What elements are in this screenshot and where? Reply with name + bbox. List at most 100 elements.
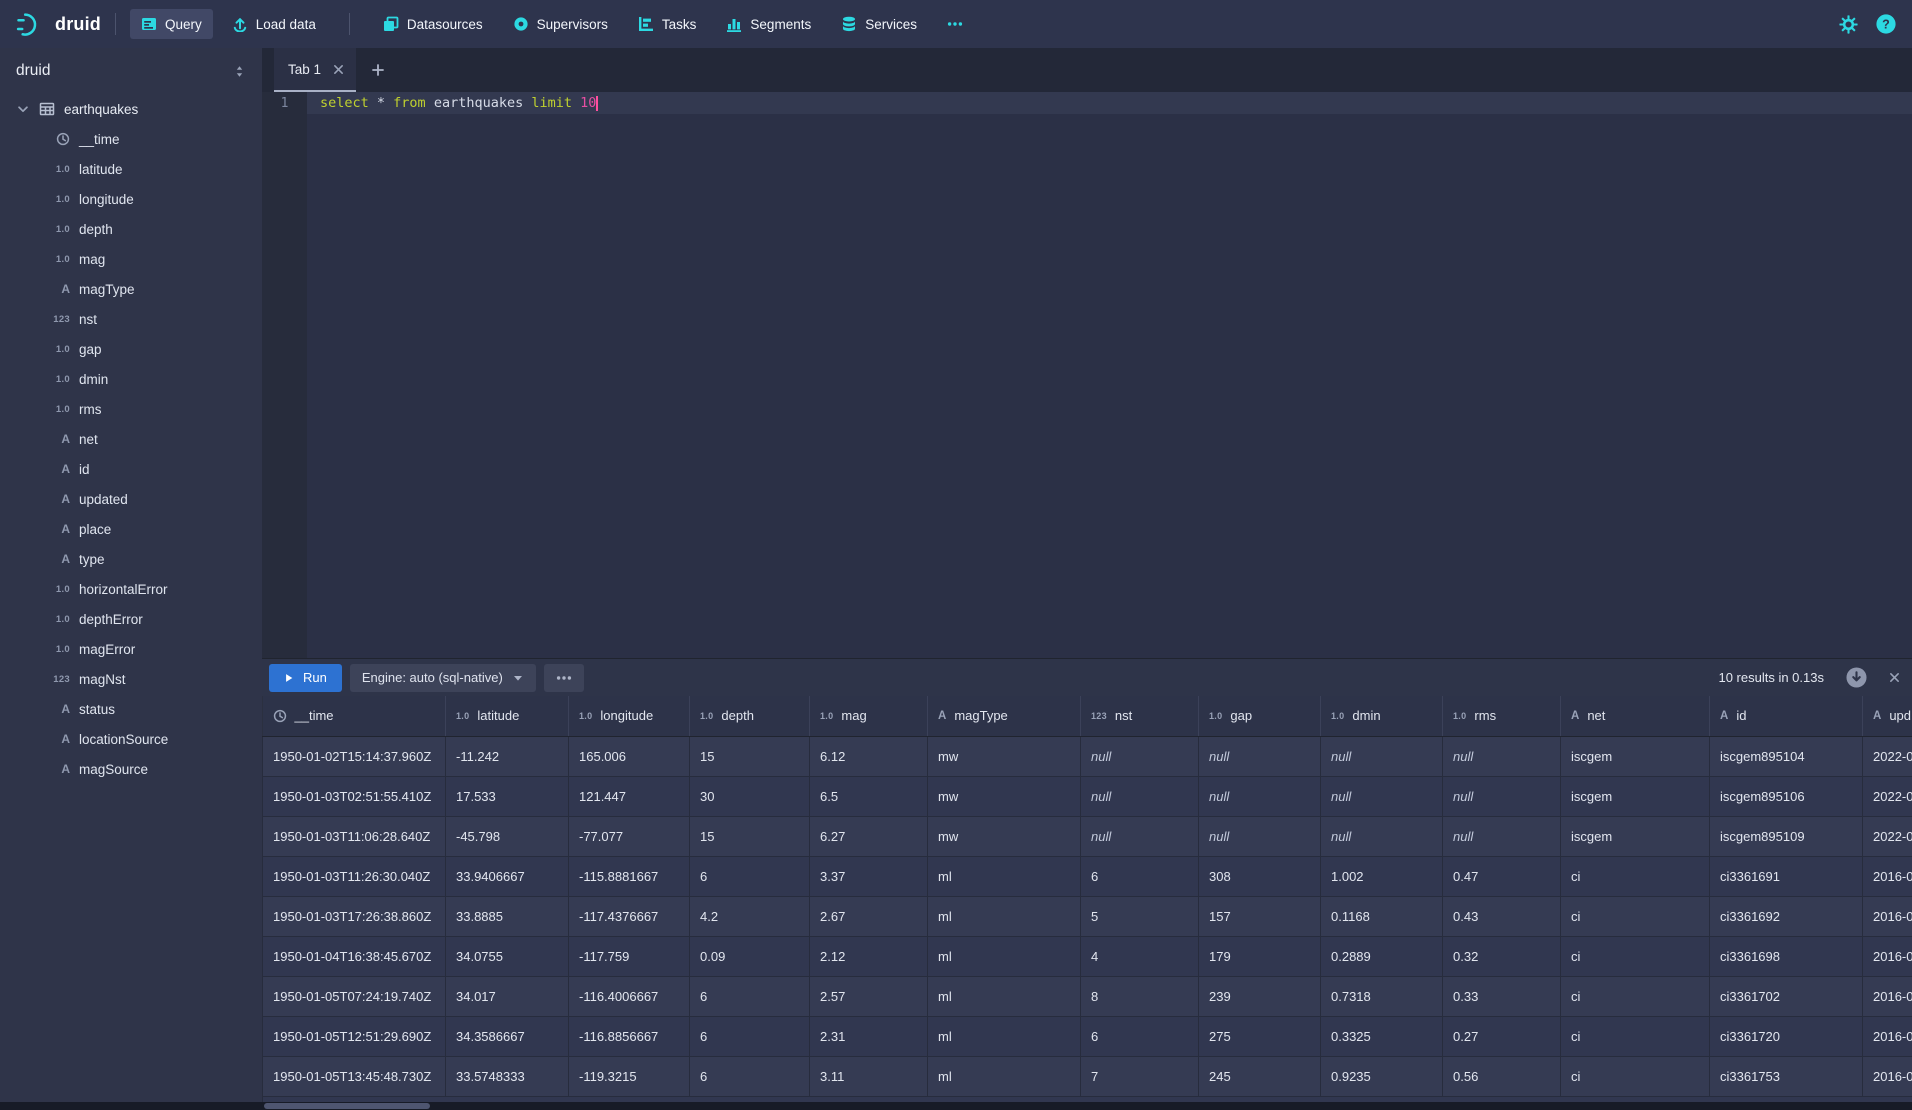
close-results-icon[interactable]	[1889, 672, 1900, 683]
table-cell[interactable]: 1950-01-05T13:45:48.730Z	[263, 1056, 446, 1096]
table-cell[interactable]: 0.32	[1443, 936, 1561, 976]
table-cell[interactable]: 6	[1081, 1016, 1199, 1056]
column-header-id[interactable]: Aid	[1710, 696, 1863, 736]
table-cell[interactable]: 2016-0	[1863, 1056, 1912, 1096]
settings-gear-icon[interactable]	[1839, 15, 1858, 34]
table-cell[interactable]: 4	[1081, 936, 1199, 976]
help-icon[interactable]: ?	[1876, 14, 1896, 34]
table-cell[interactable]: 245	[1199, 1056, 1321, 1096]
table-cell[interactable]: -11.242	[446, 736, 569, 776]
table-cell[interactable]: 30	[690, 776, 810, 816]
column-header-depth[interactable]: 1.0depth	[690, 696, 810, 736]
table-cell[interactable]: ml	[928, 896, 1081, 936]
column-header-magType[interactable]: AmagType	[928, 696, 1081, 736]
table-cell[interactable]: ml	[928, 1056, 1081, 1096]
schema-column-magType[interactable]: AmagType	[0, 274, 262, 304]
table-cell[interactable]: ml	[928, 976, 1081, 1016]
table-cell[interactable]: 2022-0	[1863, 736, 1912, 776]
druid-logo[interactable]: druid	[16, 10, 101, 39]
table-cell[interactable]: mw	[928, 776, 1081, 816]
column-header-dmin[interactable]: 1.0dmin	[1321, 696, 1443, 736]
table-cell[interactable]: -116.8856667	[569, 1016, 690, 1056]
schema-column-magSource[interactable]: AmagSource	[0, 754, 262, 784]
table-cell[interactable]: 6	[690, 976, 810, 1016]
table-cell[interactable]: 0.33	[1443, 976, 1561, 1016]
nav-item-services[interactable]: Services	[830, 9, 928, 39]
table-cell[interactable]: iscgem895106	[1710, 776, 1863, 816]
table-cell[interactable]: -115.8881667	[569, 856, 690, 896]
table-cell[interactable]: 34.017	[446, 976, 569, 1016]
table-cell[interactable]: 2016-0	[1863, 976, 1912, 1016]
table-cell[interactable]: ci	[1561, 1056, 1710, 1096]
download-icon[interactable]	[1846, 667, 1867, 688]
table-cell[interactable]: 8	[1081, 976, 1199, 1016]
sort-columns-icon[interactable]	[233, 65, 246, 78]
table-cell[interactable]: iscgem	[1561, 776, 1710, 816]
table-cell[interactable]: ci	[1561, 896, 1710, 936]
tab-1[interactable]: Tab 1	[274, 48, 356, 92]
schema-column-type[interactable]: Atype	[0, 544, 262, 574]
schema-column-rms[interactable]: 1.0rms	[0, 394, 262, 424]
table-cell[interactable]: null	[1443, 776, 1561, 816]
table-cell[interactable]: 15	[690, 816, 810, 856]
table-cell[interactable]: null	[1443, 816, 1561, 856]
table-cell[interactable]: 6	[690, 856, 810, 896]
nav-item-query[interactable]: Query	[130, 9, 213, 39]
table-cell[interactable]: 3.37	[810, 856, 928, 896]
table-cell[interactable]: 2.57	[810, 976, 928, 1016]
table-cell[interactable]: 2016-0	[1863, 1016, 1912, 1056]
schema-column-net[interactable]: Anet	[0, 424, 262, 454]
column-header-rms[interactable]: 1.0rms	[1443, 696, 1561, 736]
nav-item-load-data[interactable]: Load data	[221, 9, 327, 39]
table-cell[interactable]: ci3361692	[1710, 896, 1863, 936]
table-cell[interactable]: 157	[1199, 896, 1321, 936]
table-cell[interactable]: null	[1081, 816, 1199, 856]
table-cell[interactable]: 1950-01-04T16:38:45.670Z	[263, 936, 446, 976]
datasource-earthquakes[interactable]: earthquakes	[0, 94, 262, 124]
sql-code-line[interactable]: select * from earthquakes limit 10	[307, 92, 1912, 114]
horizontal-scrollbar-thumb[interactable]	[264, 1103, 430, 1109]
new-tab-button[interactable]	[356, 48, 400, 92]
table-cell[interactable]: null	[1199, 776, 1321, 816]
schema-column-depthError[interactable]: 1.0depthError	[0, 604, 262, 634]
table-cell[interactable]: null	[1199, 736, 1321, 776]
schema-column-horizontalError[interactable]: 1.0horizontalError	[0, 574, 262, 604]
table-cell[interactable]: 1950-01-03T02:51:55.410Z	[263, 776, 446, 816]
table-cell[interactable]: 3.11	[810, 1056, 928, 1096]
table-cell[interactable]: ci3361753	[1710, 1056, 1863, 1096]
table-cell[interactable]: ml	[928, 936, 1081, 976]
nav-item-datasources[interactable]: Datasources	[372, 9, 494, 39]
table-cell[interactable]: iscgem895109	[1710, 816, 1863, 856]
table-cell[interactable]: ci3361691	[1710, 856, 1863, 896]
table-cell[interactable]: ci	[1561, 1016, 1710, 1056]
table-cell[interactable]: 33.8885	[446, 896, 569, 936]
schema-column-id[interactable]: Aid	[0, 454, 262, 484]
column-header-__time[interactable]: __time	[263, 696, 446, 736]
table-cell[interactable]: null	[1321, 736, 1443, 776]
table-cell[interactable]: 0.43	[1443, 896, 1561, 936]
column-header-latitude[interactable]: 1.0latitude	[446, 696, 569, 736]
table-cell[interactable]: 1950-01-02T15:14:37.960Z	[263, 736, 446, 776]
table-cell[interactable]: ci3361702	[1710, 976, 1863, 1016]
column-header-mag[interactable]: 1.0mag	[810, 696, 928, 736]
column-header-gap[interactable]: 1.0gap	[1199, 696, 1321, 736]
table-cell[interactable]: ml	[928, 1016, 1081, 1056]
table-cell[interactable]: -45.798	[446, 816, 569, 856]
table-cell[interactable]: ci3361720	[1710, 1016, 1863, 1056]
table-cell[interactable]: iscgem895104	[1710, 736, 1863, 776]
schema-column-place[interactable]: Aplace	[0, 514, 262, 544]
table-cell[interactable]: 1.002	[1321, 856, 1443, 896]
table-cell[interactable]: 275	[1199, 1016, 1321, 1056]
schema-column-locationSource[interactable]: AlocationSource	[0, 724, 262, 754]
table-cell[interactable]: 6.12	[810, 736, 928, 776]
schema-column-nst[interactable]: 123nst	[0, 304, 262, 334]
table-cell[interactable]: 1950-01-03T11:26:30.040Z	[263, 856, 446, 896]
table-cell[interactable]: null	[1199, 816, 1321, 856]
chevron-down-icon[interactable]	[16, 102, 30, 116]
table-cell[interactable]: 2.67	[810, 896, 928, 936]
table-cell[interactable]: iscgem	[1561, 816, 1710, 856]
table-cell[interactable]: -119.3215	[569, 1056, 690, 1096]
schema-column-__time[interactable]: __time	[0, 124, 262, 154]
sql-editor[interactable]: 1 select * from earthquakes limit 10	[262, 92, 1912, 658]
table-cell[interactable]: null	[1321, 816, 1443, 856]
